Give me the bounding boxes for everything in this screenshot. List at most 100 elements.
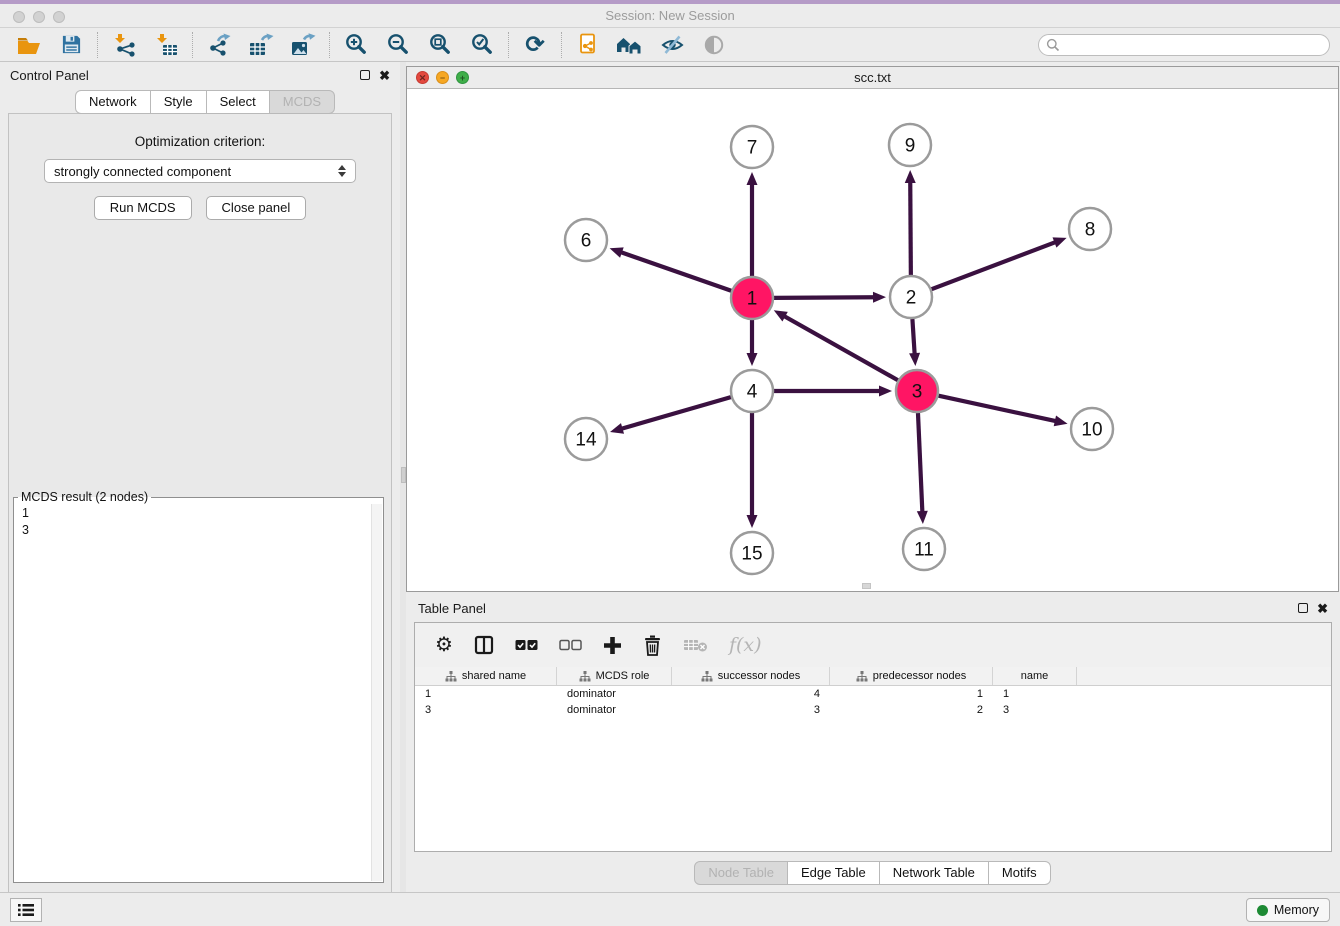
graph-node-2[interactable]: 2 <box>890 276 932 318</box>
float-panel-icon[interactable] <box>360 70 370 80</box>
graph-edge-2-3[interactable] <box>909 319 920 366</box>
table-settings-icon[interactable]: ⚙ <box>435 635 453 655</box>
table-row[interactable]: 1dominator411 <box>415 686 1331 702</box>
run-mcds-button[interactable]: Run MCDS <box>94 196 192 220</box>
show-panels-button[interactable] <box>10 898 42 922</box>
open-session-button[interactable] <box>8 30 50 60</box>
graph-node-9[interactable]: 9 <box>889 124 931 166</box>
memory-button[interactable]: Memory <box>1246 898 1330 922</box>
svg-text:1: 1 <box>747 289 758 310</box>
svg-text:9: 9 <box>905 136 916 157</box>
tab-style[interactable]: Style <box>150 90 207 114</box>
hide-graphics-details-button[interactable] <box>651 30 693 60</box>
toolbar-separator <box>97 32 98 58</box>
graph-node-11[interactable]: 11 <box>903 528 945 570</box>
export-table-icon <box>248 33 274 57</box>
graph-node-10[interactable]: 10 <box>1071 408 1113 450</box>
network-maximize-icon[interactable]: + <box>456 71 469 84</box>
zoom-in-icon <box>345 33 368 56</box>
close-panel-icon[interactable]: ✖ <box>379 69 390 82</box>
table-cell: 3 <box>993 704 1077 716</box>
table-row[interactable]: 3dominator323 <box>415 702 1331 718</box>
zoom-out-button[interactable] <box>377 30 419 60</box>
import-table-button[interactable] <box>145 30 187 60</box>
graph-node-1[interactable]: 1 <box>731 277 773 319</box>
tab-network-table[interactable]: Network Table <box>879 861 989 885</box>
graph-edge-3-11[interactable] <box>917 413 928 524</box>
table-empty-area <box>415 718 1331 851</box>
float-table-panel-icon[interactable] <box>1298 603 1308 613</box>
export-network-icon <box>207 33 232 57</box>
show-graphics-details-button[interactable] <box>693 30 735 60</box>
tab-select[interactable]: Select <box>206 90 270 114</box>
column-header-predecessor-nodes[interactable]: predecessor nodes <box>830 667 993 685</box>
criterion-select[interactable]: strongly connected component <box>44 159 356 183</box>
tab-mcds[interactable]: MCDS <box>269 90 335 114</box>
graph-node-3[interactable]: 3 <box>896 370 938 412</box>
close-panel-button[interactable]: Close panel <box>206 196 307 220</box>
network-canvas[interactable]: 7 9 6 8 1 2 4 3 14 10 15 11 <box>407 89 1338 591</box>
table-tabs: Node TableEdge TableNetwork TableMotifs <box>695 861 1050 885</box>
graph-node-7[interactable]: 7 <box>731 126 773 168</box>
network-close-icon[interactable]: ✕ <box>416 71 429 84</box>
canvas-scroll-nub[interactable] <box>862 583 871 589</box>
zoom-in-button[interactable] <box>335 30 377 60</box>
graph-edge-2-8[interactable] <box>932 237 1067 289</box>
network-minimize-icon[interactable]: − <box>436 71 449 84</box>
tab-motifs[interactable]: Motifs <box>988 861 1051 885</box>
zoom-fit-button[interactable] <box>419 30 461 60</box>
control-panel-tabs: NetworkStyleSelectMCDS <box>76 90 400 114</box>
svg-text:15: 15 <box>741 544 762 565</box>
search-input[interactable] <box>1060 38 1322 52</box>
show-columns-icon[interactable] <box>474 635 494 655</box>
graph-edge-3-1[interactable] <box>774 310 898 380</box>
graph-edge-1-6[interactable] <box>610 247 732 290</box>
tab-edge-table[interactable]: Edge Table <box>787 861 880 885</box>
graph-edge-1-4[interactable] <box>747 320 758 366</box>
first-neighbors-button[interactable] <box>609 30 651 60</box>
select-all-rows-icon[interactable] <box>515 639 538 651</box>
export-network-button[interactable] <box>198 30 240 60</box>
clone-network-icon <box>576 33 600 57</box>
deselect-all-rows-icon[interactable] <box>559 639 582 651</box>
import-network-button[interactable] <box>103 30 145 60</box>
search-box[interactable] <box>1038 34 1330 56</box>
open-folder-icon <box>17 34 41 55</box>
graph-node-14[interactable]: 14 <box>565 418 607 460</box>
tab-node-table[interactable]: Node Table <box>694 861 788 885</box>
graph-edge-1-7[interactable] <box>747 172 758 276</box>
titlebar-accent-strip <box>0 0 1340 4</box>
column-header-shared-name[interactable]: shared name <box>415 667 557 685</box>
network-window-titlebar[interactable]: scc.txt ✕ − + <box>407 67 1338 89</box>
graph-node-6[interactable]: 6 <box>565 219 607 261</box>
zoom-selected-button[interactable] <box>461 30 503 60</box>
svg-text:4: 4 <box>747 382 758 403</box>
graph-edge-1-2[interactable] <box>774 292 886 303</box>
graph-node-15[interactable]: 15 <box>731 532 773 574</box>
result-scrollbar[interactable] <box>371 504 382 881</box>
column-header-MCDS-role[interactable]: MCDS role <box>557 667 672 685</box>
add-column-icon[interactable] <box>603 636 622 655</box>
export-image-button[interactable] <box>282 30 324 60</box>
memory-label: Memory <box>1274 903 1319 917</box>
clone-network-button[interactable] <box>567 30 609 60</box>
graph-edge-4-14[interactable] <box>610 397 731 434</box>
graph-edge-4-15[interactable] <box>747 413 758 528</box>
tab-network[interactable]: Network <box>75 90 151 114</box>
close-table-panel-icon[interactable]: ✖ <box>1317 602 1328 615</box>
graph-edge-3-10[interactable] <box>938 396 1067 427</box>
refresh-layout-icon: ⟳ <box>525 33 544 56</box>
export-table-button[interactable] <box>240 30 282 60</box>
splitter-grip-icon[interactable] <box>401 467 406 483</box>
save-session-button[interactable] <box>50 30 92 60</box>
graph-node-8[interactable]: 8 <box>1069 208 1111 250</box>
column-type-icon <box>445 671 457 682</box>
column-header-successor-nodes[interactable]: successor nodes <box>672 667 830 685</box>
graph-node-4[interactable]: 4 <box>731 370 773 412</box>
apply-layout-button[interactable]: ⟳ <box>514 30 556 60</box>
graph-edge-4-3[interactable] <box>774 386 892 397</box>
graph-edge-2-9[interactable] <box>905 170 916 275</box>
svg-text:11: 11 <box>914 540 934 561</box>
delete-column-icon[interactable] <box>643 635 662 656</box>
column-header-name[interactable]: name <box>993 667 1077 685</box>
